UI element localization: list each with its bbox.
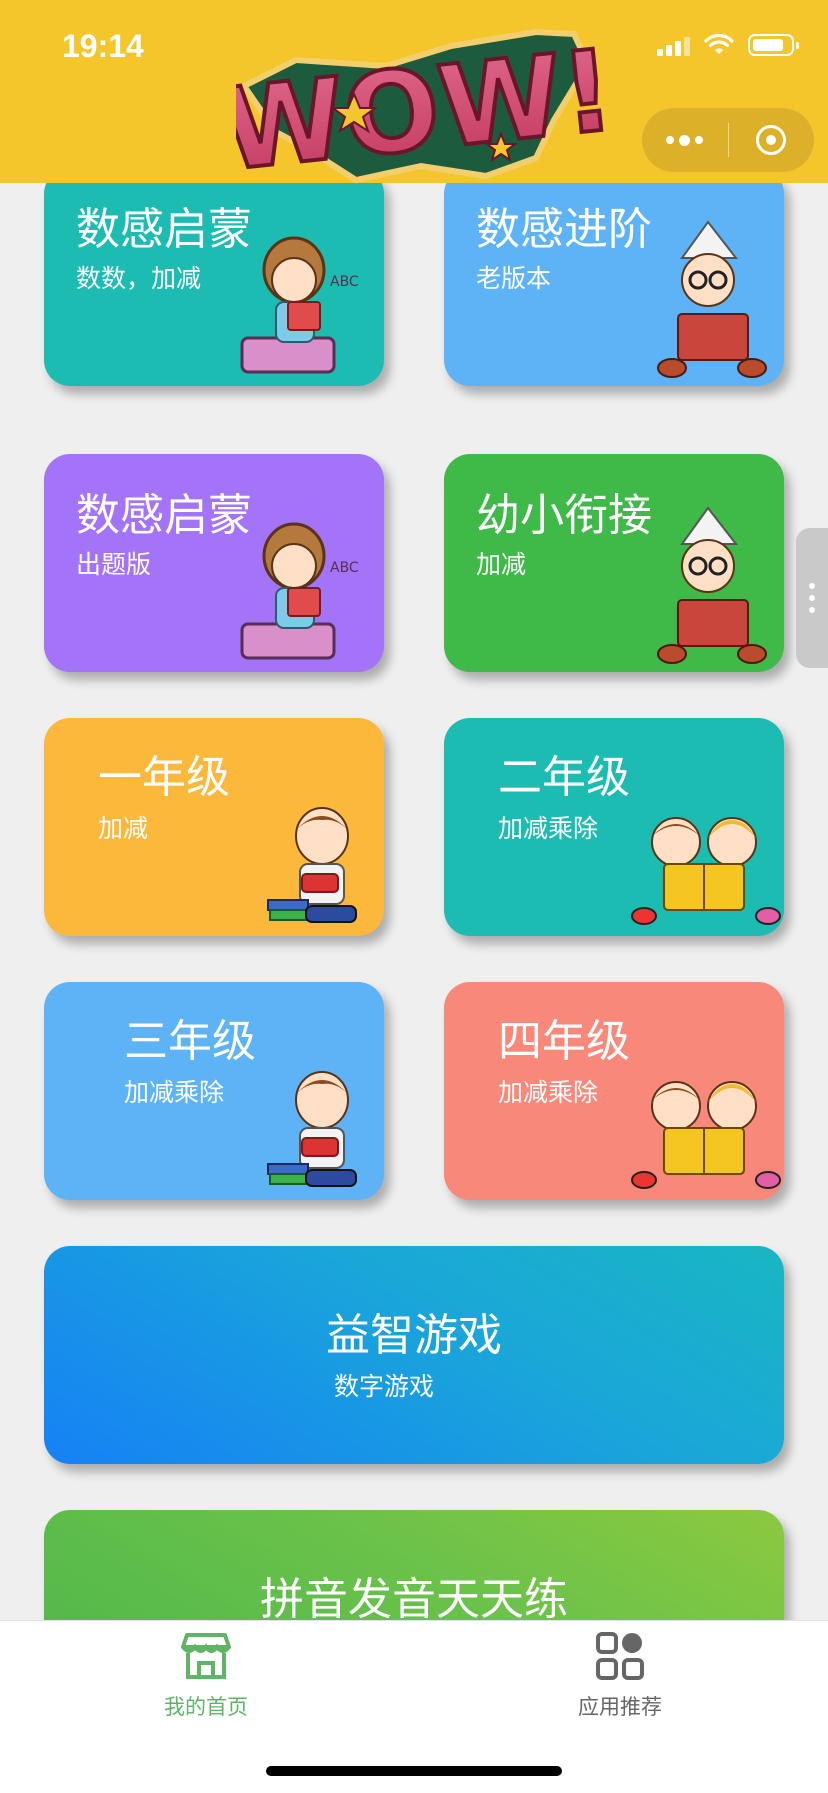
- main-content: 数感启蒙 数数，加减 ABC 数感进阶 老版本 数感启蒙 出题版 ABC 幼小衔…: [0, 0, 828, 1620]
- card-grade-4[interactable]: 四年级 加减乘除: [444, 982, 784, 1200]
- card-title: 一年级: [98, 752, 230, 803]
- card-title: 三年级: [124, 1016, 256, 1067]
- boy-paper-hat-icon: [657, 506, 767, 664]
- card-kindergarten-transition[interactable]: 幼小衔接 加减: [444, 454, 784, 672]
- miniprogram-capsule: [642, 108, 814, 172]
- two-kids-reading-icon: [631, 817, 781, 925]
- home-indicator: [266, 1766, 562, 1776]
- wow-logo: WOW!: [236, 24, 606, 198]
- tab-apps-label: 应用推荐: [578, 1695, 662, 1719]
- cellular-signal-icon: [657, 34, 690, 56]
- status-time: 19:14: [62, 28, 144, 64]
- more-dots-icon: [666, 134, 704, 146]
- wifi-icon: [704, 34, 734, 54]
- card-title: 益智游戏: [326, 1310, 502, 1361]
- card-subtitle: 老版本: [476, 264, 552, 293]
- tab-apps[interactable]: 应用推荐: [520, 1629, 720, 1739]
- boy-paper-hat-icon: [657, 220, 767, 378]
- tab-home-label: 我的首页: [164, 1695, 248, 1719]
- card-grade-1[interactable]: 一年级 加减: [44, 718, 384, 936]
- card-puzzle-games[interactable]: 益智游戏 数字游戏: [44, 1246, 784, 1464]
- side-drawer-handle[interactable]: [796, 528, 828, 668]
- tab-home[interactable]: 我的首页: [106, 1629, 306, 1739]
- girl-reading-icon: ABC: [240, 236, 359, 374]
- boy-with-books-icon: [267, 807, 357, 923]
- svg-text:ABC: ABC: [330, 274, 359, 290]
- status-icons: [657, 34, 799, 56]
- card-title: 数感启蒙: [76, 490, 252, 541]
- apps-grid-icon: [596, 1632, 644, 1680]
- card-pinyin-practice[interactable]: 拼音发音天天练: [44, 1510, 784, 1620]
- card-number-sense-advanced[interactable]: 数感进阶 老版本: [444, 168, 784, 386]
- card-subtitle: 加减: [476, 550, 527, 579]
- card-title: 拼音发音天天练: [260, 1574, 568, 1621]
- svg-text:WOW!: WOW!: [236, 26, 606, 196]
- girl-reading-icon: ABC: [240, 522, 359, 660]
- card-subtitle: 加减乘除: [124, 1078, 225, 1107]
- svg-text:ABC: ABC: [330, 560, 359, 576]
- card-number-sense-intro[interactable]: 数感启蒙 数数，加减 ABC: [44, 168, 384, 386]
- battery-icon: [748, 34, 799, 56]
- home-shop-icon: [181, 1633, 231, 1679]
- card-subtitle: 加减乘除: [498, 814, 599, 843]
- card-title: 幼小衔接: [476, 490, 652, 541]
- card-title: 二年级: [498, 752, 630, 803]
- close-miniprogram-button[interactable]: [729, 108, 815, 172]
- card-subtitle: 加减乘除: [498, 1078, 599, 1107]
- card-subtitle: 出题版: [76, 550, 152, 579]
- more-button[interactable]: [642, 108, 728, 172]
- card-grade-2[interactable]: 二年级 加减乘除: [444, 718, 784, 936]
- card-subtitle: 加减: [98, 814, 149, 843]
- card-title: 四年级: [498, 1016, 630, 1067]
- card-subtitle: 数数，加减: [76, 264, 202, 293]
- boy-with-books-icon: [267, 1071, 357, 1187]
- card-number-sense-quiz[interactable]: 数感启蒙 出题版 ABC: [44, 454, 384, 672]
- card-grade-3[interactable]: 三年级 加减乘除: [44, 982, 384, 1200]
- target-circle-icon: [756, 125, 787, 155]
- card-subtitle: 数字游戏: [333, 1372, 434, 1401]
- card-title: 数感进阶: [476, 204, 652, 255]
- two-kids-reading-icon: [631, 1081, 781, 1189]
- card-title: 数感启蒙: [76, 204, 252, 255]
